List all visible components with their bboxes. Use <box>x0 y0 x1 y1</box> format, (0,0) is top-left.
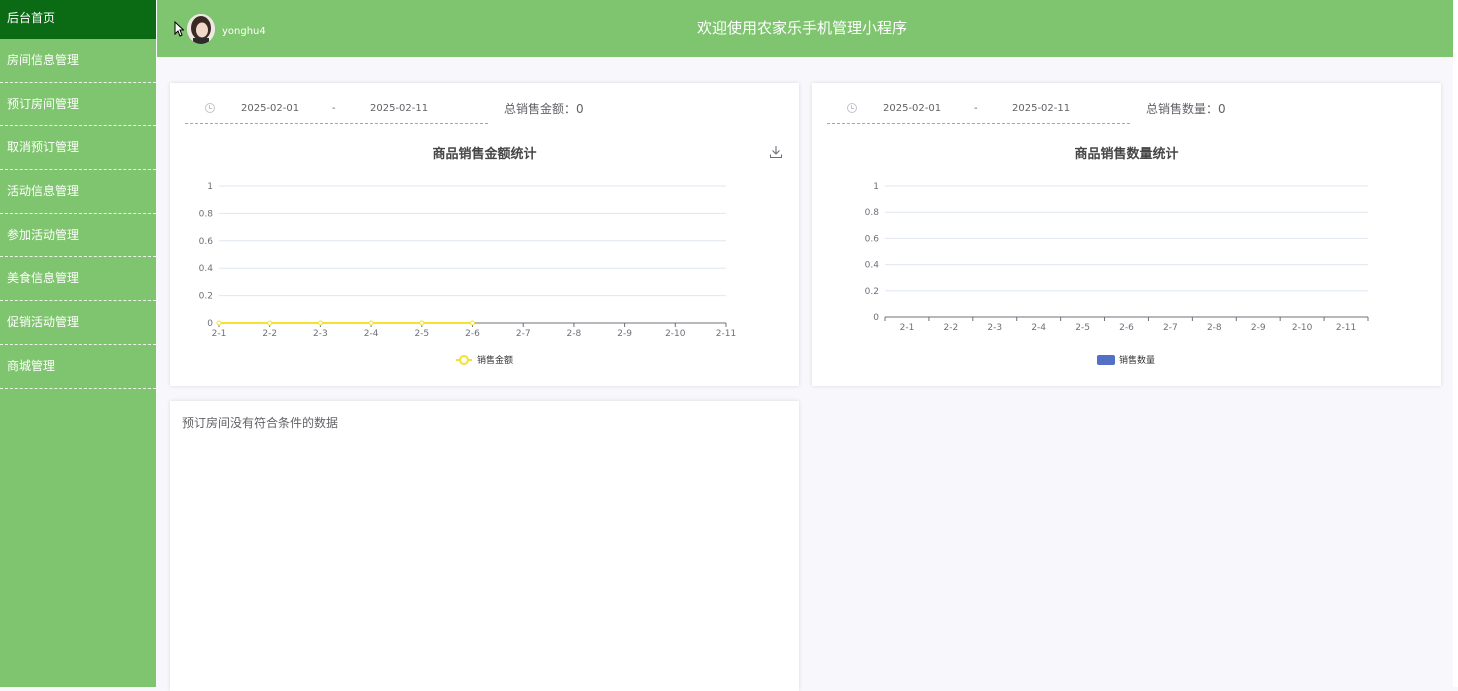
sidebar-item-activity-join[interactable]: 参加活动管理 <box>0 214 156 258</box>
x-tick-label: 2-5 <box>1075 323 1090 333</box>
y-tick-label: 0.4 <box>199 264 214 274</box>
y-tick-label: 1 <box>207 182 213 192</box>
sidebar-item-room-booking[interactable]: 预订房间管理 <box>0 83 156 127</box>
legend-label: 销售数量 <box>1119 354 1155 366</box>
y-tick-label: 0.8 <box>199 209 214 219</box>
legend-label: 销售金额 <box>477 354 513 366</box>
y-tick-label: 0 <box>207 319 213 329</box>
sidebar: 后台首页 房间信息管理 预订房间管理 取消预订管理 活动信息管理 参加活动管理 … <box>0 0 156 687</box>
y-tick-label: 0.8 <box>865 208 880 218</box>
empty-data-message: 预订房间没有符合条件的数据 <box>182 416 339 430</box>
x-tick-label: 2-2 <box>944 323 959 333</box>
y-tick-label: 1 <box>873 182 879 192</box>
sales-quantity-card: 2025-02-01 - 2025-02-11 总销售数量：0 商品销售数量统计… <box>812 83 1441 386</box>
sidebar-item-cancel-booking[interactable]: 取消预订管理 <box>0 126 156 171</box>
data-point <box>470 320 475 326</box>
x-tick-label: 2-1 <box>212 329 227 339</box>
x-tick-label: 2-7 <box>1163 323 1178 333</box>
x-tick-label: 2-3 <box>313 329 328 339</box>
sales-amount-card: 2025-02-01 - 2025-02-11 总销售金额：0 商品销售金额统计… <box>170 83 799 386</box>
x-tick-label: 2-2 <box>262 329 277 339</box>
x-tick-label: 2-6 <box>465 329 480 339</box>
data-point <box>267 320 273 326</box>
legend-marker-icon <box>459 355 469 365</box>
x-tick-label: 2-10 <box>1292 323 1313 333</box>
y-tick-label: 0.4 <box>865 261 880 271</box>
y-tick-label: 0.2 <box>865 287 879 297</box>
x-tick-label: 2-6 <box>1119 323 1134 333</box>
y-tick-label: 0.6 <box>199 237 214 247</box>
x-tick-label: 2-8 <box>567 329 582 339</box>
sidebar-item-home[interactable]: 后台首页 <box>0 0 156 39</box>
x-tick-label: 2-1 <box>900 323 915 333</box>
data-point <box>216 320 222 326</box>
user-avatar[interactable] <box>187 14 215 44</box>
sales-amount-line-chart: 0 0.2 0.4 0.6 0.8 1 2-1 2-2 2-3 2-4 2-5 2-6 2-7 2-8 2-… <box>199 182 737 366</box>
x-tick-label: 2-10 <box>665 329 686 339</box>
x-tick-label: 2-5 <box>414 329 429 339</box>
sales-quantity-bar-chart: 0 0.2 0.4 0.6 0.8 1 2-1 2-2 2-3 2-4 2-5 2-6 2-7 2-8 2-… <box>865 182 1369 366</box>
username[interactable]: yonghu4 <box>222 26 266 37</box>
sidebar-item-activity-info[interactable]: 活动信息管理 <box>0 170 156 214</box>
data-point <box>317 320 323 326</box>
room-booking-card: 预订房间没有符合条件的数据 <box>170 401 799 691</box>
x-tick-label: 2-11 <box>716 329 736 339</box>
x-tick-label: 2-4 <box>1031 323 1046 333</box>
legend-swatch-icon <box>1097 355 1115 365</box>
data-point <box>368 320 374 326</box>
sidebar-item-food-info[interactable]: 美食信息管理 <box>0 257 156 302</box>
scrollbar-track[interactable] <box>1453 0 1458 687</box>
x-tick-label: 2-7 <box>516 329 531 339</box>
y-tick-label: 0 <box>873 313 879 323</box>
sidebar-item-mall[interactable]: 商城管理 <box>0 345 156 389</box>
x-tick-label: 2-4 <box>364 329 379 339</box>
x-tick-label: 2-8 <box>1207 323 1222 333</box>
sidebar-item-room-info[interactable]: 房间信息管理 <box>0 39 156 83</box>
sidebar-item-promotion[interactable]: 促销活动管理 <box>0 301 156 345</box>
x-tick-label: 2-9 <box>617 329 632 339</box>
y-tick-label: 0.2 <box>199 292 213 302</box>
app-title: 欢迎使用农家乐手机管理小程序 <box>697 19 908 37</box>
top-header: yonghu4 欢迎使用农家乐手机管理小程序 <box>157 0 1453 57</box>
data-point <box>419 320 425 326</box>
x-tick-label: 2-11 <box>1336 323 1356 333</box>
mouse-cursor-icon <box>174 21 184 37</box>
y-tick-label: 0.6 <box>865 234 880 244</box>
x-tick-label: 2-9 <box>1251 323 1266 333</box>
x-tick-label: 2-3 <box>987 323 1002 333</box>
